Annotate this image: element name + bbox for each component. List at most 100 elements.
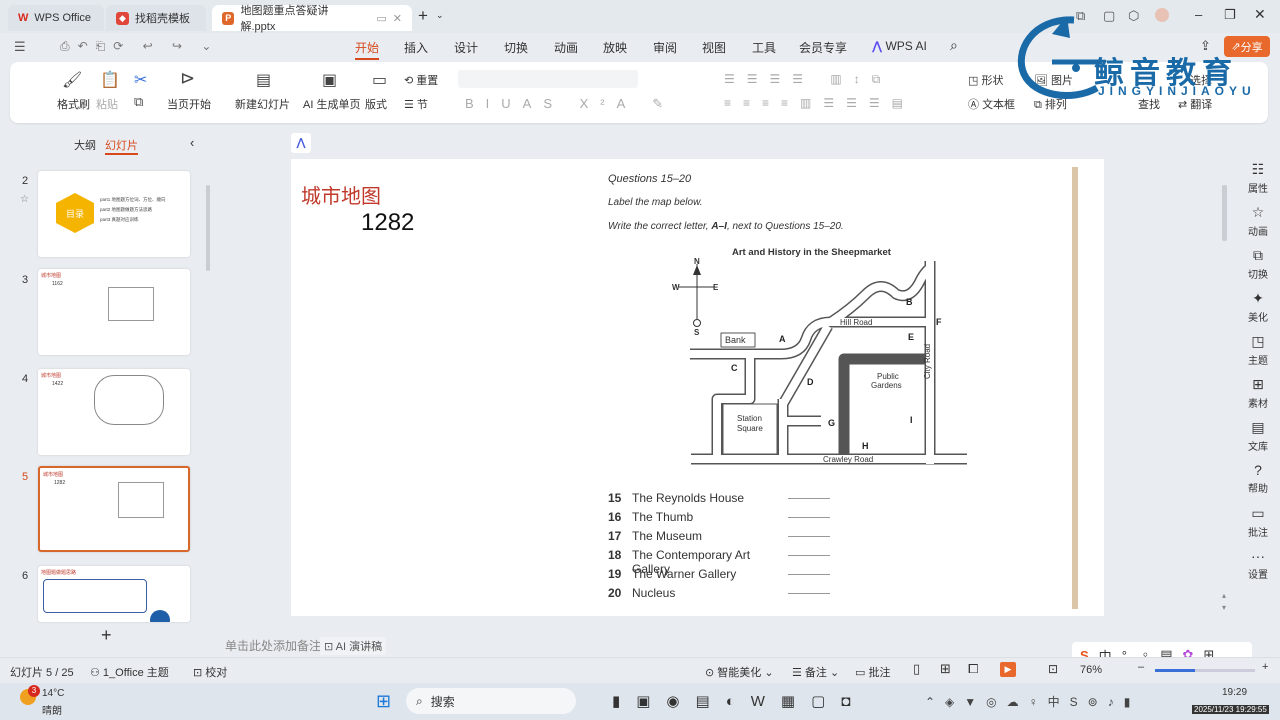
slide-canvas[interactable]: 城市地图 1282 Questions 15–20 Label the map … [291, 159, 1104, 616]
alignment-buttons[interactable]: ≡≡≡≡▥☰☰☰▤ [724, 96, 915, 110]
zoom-out-icon[interactable]: – [1138, 661, 1144, 673]
ai-image-icon[interactable]: ⧉ [1076, 8, 1085, 24]
quick-access-icons[interactable]: ⎙↶⎗⟳ ↩ ↪ ⌄ [60, 39, 219, 54]
slide-thumbnail-3[interactable]: 城市地图 1162 [38, 269, 190, 355]
ai-notes-button[interactable]: ⊡ AI 演讲稿 [320, 637, 387, 655]
font-style-buttons[interactable]: BIUAS X²A ✎ [465, 96, 675, 112]
answer-blank[interactable] [788, 510, 830, 518]
proof-button[interactable]: ⊡ 校对 [193, 664, 227, 680]
answer-blank[interactable] [788, 529, 830, 537]
slide-thumbnail-4[interactable]: 城市地图 1422 [38, 369, 190, 455]
section-button[interactable]: ☰ 节 [404, 96, 428, 112]
fit-window-icon[interactable]: ⊡ [1048, 662, 1058, 676]
cloud-upload-icon[interactable]: ⇪ [1200, 38, 1211, 54]
star-icon[interactable]: ☆ [20, 194, 29, 205]
menu-animation[interactable]: 动画 [554, 39, 578, 56]
hamburger-icon[interactable]: ☰ [14, 39, 26, 55]
slide-thumbnail-2[interactable]: 目录 part1 地图题方位词、方位、顺向 part2 地图题做题方法思路 pa… [38, 171, 190, 257]
arrange-button[interactable]: ⧉ 排列 [1034, 96, 1067, 112]
comment-button[interactable]: ▭ 批注 [855, 664, 890, 680]
textbox-button[interactable]: Ⓐ 文本框 [968, 96, 1015, 112]
collapse-panel-icon[interactable]: ‹ [190, 135, 194, 150]
avatar[interactable] [1155, 8, 1169, 22]
paragraph-buttons[interactable]: ☰☰☰☰ ▥↕⧉ [724, 72, 892, 87]
sidebar-item-theme[interactable]: ◳ 主题 [1236, 333, 1280, 367]
search-icon[interactable]: ⌕ [950, 37, 958, 54]
close-tab-icon[interactable]: ✕ [393, 12, 402, 25]
monitor-icon[interactable]: ▭ [376, 12, 386, 25]
find-button[interactable]: 查找 [1138, 96, 1160, 112]
zoom-slider[interactable] [1155, 669, 1255, 672]
beautify-button[interactable]: ⊙ 智能美化 ⌄ [705, 664, 774, 680]
menu-home[interactable]: 开始 [355, 39, 380, 60]
scroll-up-icon[interactable]: ▴ [1222, 591, 1226, 600]
picture-button[interactable]: 🖼 图片 [1034, 72, 1073, 88]
menu-view[interactable]: 视图 [702, 39, 726, 56]
slide-thumbnail-5[interactable]: 城市地图 1282 [38, 466, 190, 552]
sidebar-item-beautify[interactable]: ✦ 美化 [1236, 290, 1280, 324]
menu-design[interactable]: 设计 [454, 39, 478, 56]
minimize-icon[interactable]: – [1195, 7, 1202, 22]
reading-view-icon[interactable]: ⧠ [968, 661, 978, 677]
windows-start-icon[interactable]: ⊞ [376, 691, 391, 712]
ai-slide-button[interactable]: AI 生成单页 [303, 96, 360, 112]
tab-slides[interactable]: 幻灯片 [105, 137, 138, 155]
zoom-level[interactable]: 76% [1080, 664, 1102, 676]
translate-button[interactable]: ⇄ 翻译 [1178, 96, 1212, 112]
menu-tools[interactable]: 工具 [752, 39, 776, 56]
normal-view-icon[interactable]: ▯ [913, 661, 920, 677]
answer-blank[interactable] [788, 586, 830, 594]
zoom-in-icon[interactable]: + [1262, 661, 1268, 673]
sidebar-item-transition[interactable]: ⧉ 切换 [1236, 247, 1280, 281]
system-tray-icons[interactable]: ⌃◈▼◎☁♀中S⊚♪▮ [925, 693, 1140, 710]
sidebar-item-properties[interactable]: ☷ 属性 [1236, 161, 1280, 195]
tab-outline[interactable]: 大纲 [74, 137, 96, 153]
share-button[interactable]: ⇗ 分享 [1224, 36, 1270, 57]
shape-button[interactable]: ◳ 形状 [968, 72, 1003, 88]
select-button[interactable]: 选择 [1190, 72, 1212, 88]
answer-blank[interactable] [788, 567, 830, 575]
taskbar-search[interactable]: ⌕ 搜索 [406, 688, 576, 714]
chevron-down-icon[interactable]: ⌄ [436, 10, 444, 21]
copy-icon[interactable]: ⧉ [134, 94, 143, 110]
sidebar-item-help[interactable]: ? 帮助 [1236, 462, 1280, 495]
cube-icon[interactable]: ⬡ [1128, 8, 1139, 24]
layout-button[interactable]: 版式 [365, 96, 387, 112]
menu-transition[interactable]: 切换 [504, 39, 528, 56]
notes-button[interactable]: ☰ 备注 ⌄ [792, 664, 839, 680]
sidebar-item-settings[interactable]: ··· 设置 [1236, 548, 1280, 581]
add-slide-icon[interactable]: + [101, 625, 112, 646]
menu-slideshow[interactable]: 放映 [603, 39, 627, 56]
play-slideshow-icon[interactable]: ▶ [1000, 662, 1016, 677]
font-name-select[interactable] [458, 70, 638, 88]
theme-button[interactable]: ⚇ 1_Office 主题 [90, 664, 169, 680]
menu-review[interactable]: 审阅 [653, 39, 677, 56]
answer-blank[interactable] [788, 491, 830, 499]
window-icon[interactable]: ▢ [1103, 8, 1115, 24]
sorter-view-icon[interactable]: ⊞ [940, 661, 951, 677]
panel-scrollbar[interactable] [206, 185, 210, 271]
play-current-button[interactable]: 当页开始 [167, 96, 211, 112]
taskbar-apps[interactable]: ▮▣◉▤◐W▦▢◘ [612, 692, 866, 710]
tab-wps-office[interactable]: W WPS Office [8, 5, 104, 31]
cut-icon[interactable]: ✂ [134, 70, 147, 90]
close-window-icon[interactable]: ✕ [1254, 6, 1266, 23]
reset-button[interactable]: ⟲ 重置 [404, 72, 438, 88]
sidebar-item-animation[interactable]: ☆ 动画 [1236, 204, 1280, 238]
new-slide-button[interactable]: 新建幻灯片 [235, 96, 290, 112]
slide-thumbnail-6[interactable]: 地图题做题思路 [38, 566, 190, 622]
menu-wps-ai[interactable]: ⋀ WPS AI [872, 39, 927, 53]
tab-templates[interactable]: ◆ 找稻壳模板 [106, 5, 206, 31]
wps-ai-float-icon[interactable]: ⋀ [291, 133, 311, 153]
format-painter-button[interactable]: 格式刷 [57, 96, 90, 112]
tab-document[interactable]: P 地图题重点答疑讲解.pptx ▭ ✕ [212, 5, 412, 33]
menu-member[interactable]: 会员专享 [799, 39, 847, 56]
sidebar-item-comment[interactable]: ▭ 批注 [1236, 505, 1280, 539]
menu-insert[interactable]: 插入 [404, 39, 428, 56]
editor-scrollbar[interactable] [1222, 185, 1227, 241]
sidebar-item-assets[interactable]: ⊞ 素材 [1236, 376, 1280, 410]
sidebar-item-library[interactable]: ▤ 文库 [1236, 419, 1280, 453]
notes-placeholder[interactable]: 单击此处添加备注 [225, 637, 321, 654]
paste-button[interactable]: 粘贴 [96, 96, 118, 112]
answer-blank[interactable] [788, 548, 830, 556]
